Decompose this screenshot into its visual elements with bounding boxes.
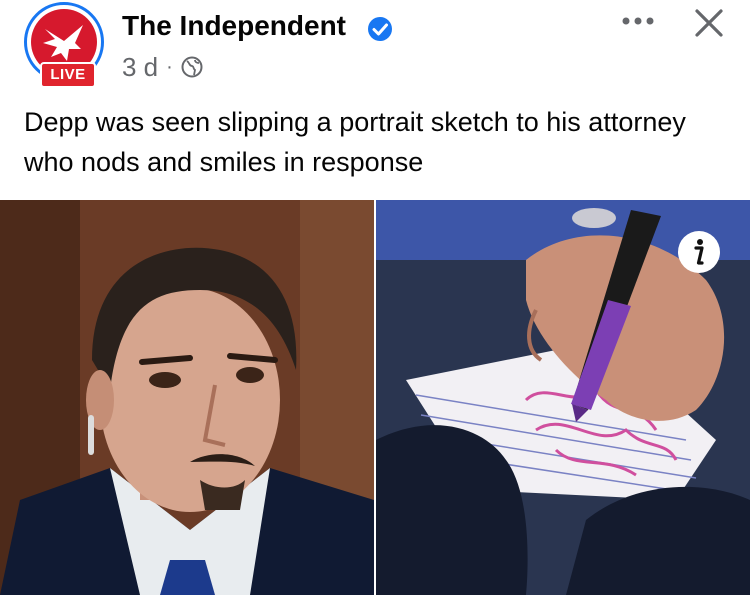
live-badge: LIVE	[40, 62, 96, 88]
more-options-icon[interactable]	[620, 14, 656, 28]
portrait-photo	[0, 200, 374, 595]
post-timestamp[interactable]: 3 d	[122, 52, 158, 83]
post-header: LIVE The Independent 3 d ·	[0, 0, 750, 95]
page-name-link[interactable]: The Independent	[122, 10, 346, 42]
close-icon[interactable]	[692, 6, 726, 40]
globe-icon[interactable]	[181, 56, 203, 78]
post-photo-left[interactable]	[0, 200, 374, 595]
page-avatar[interactable]: LIVE	[24, 2, 106, 88]
post-caption: Depp was seen slipping a portrait sketch…	[24, 107, 686, 177]
info-icon[interactable]	[677, 230, 721, 274]
verified-badge-icon	[368, 17, 392, 41]
meta-separator: ·	[166, 55, 173, 78]
post-meta: 3 d ·	[122, 52, 203, 82]
